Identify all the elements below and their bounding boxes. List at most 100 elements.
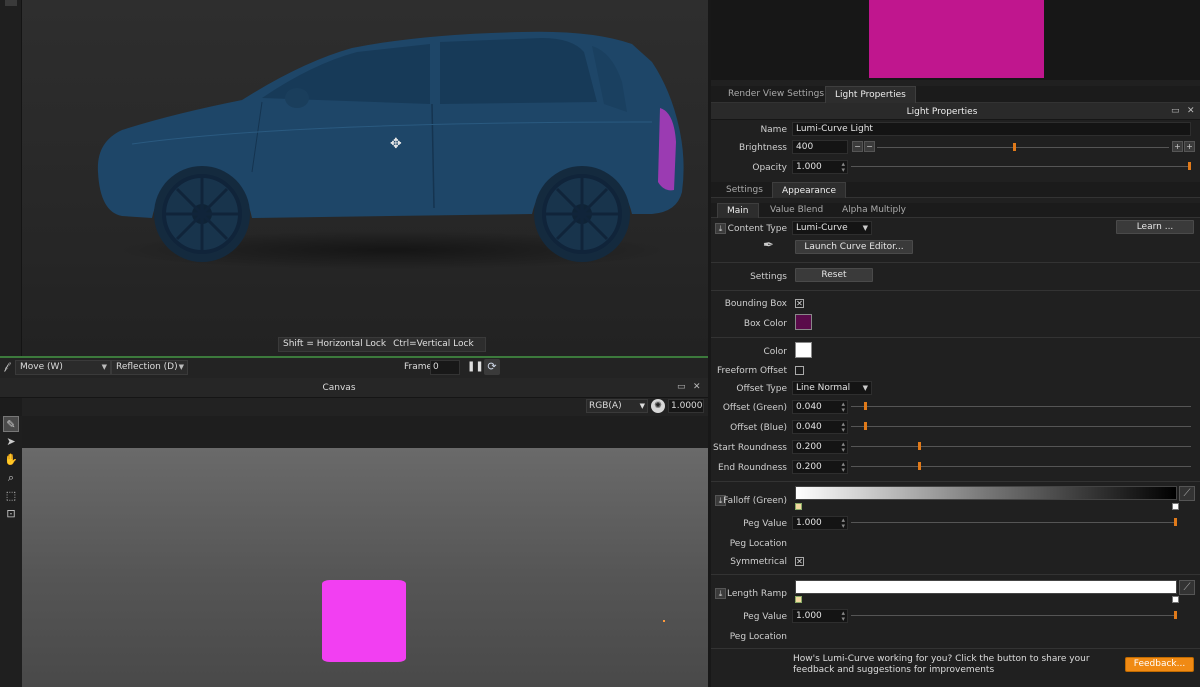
length-ramp-gradient[interactable] — [795, 580, 1177, 594]
length-peg-start[interactable] — [795, 596, 802, 603]
close-icon[interactable]: ✕ — [693, 382, 701, 392]
spinner-icon[interactable]: ▴ ▾ — [841, 441, 845, 454]
brightness-input[interactable]: 400 — [792, 140, 848, 154]
frame-input[interactable]: 0 — [430, 360, 460, 375]
spinner-icon[interactable]: ▴ ▾ — [841, 421, 845, 434]
move-tool-icon[interactable]: 𝒻 — [4, 361, 8, 372]
spinner-icon[interactable]: ▴ ▾ — [841, 517, 845, 530]
light-properties-title: Light Properties — [906, 107, 978, 117]
canvas-titlebar: Canvas ▭ ✕ — [0, 378, 708, 398]
start-roundness-input[interactable]: 0.200 ▴ ▾ — [792, 440, 848, 454]
color-swatch[interactable] — [795, 342, 812, 358]
length-peg-end[interactable] — [1172, 596, 1179, 603]
brightness-slider-handle[interactable] — [1012, 143, 1016, 151]
offset-blue-slider[interactable] — [851, 426, 1191, 427]
start-roundness-slider[interactable] — [851, 446, 1191, 447]
length-peg-slider[interactable] — [851, 615, 1177, 616]
tab-render-view-settings[interactable]: Render View Settings — [719, 86, 833, 103]
tab-alpha-multiply[interactable]: Alpha Multiply — [833, 203, 915, 218]
light-shape[interactable] — [322, 580, 665, 662]
start-roundness-slider-handle[interactable] — [918, 442, 922, 450]
length-peg-slider-handle[interactable] — [1174, 611, 1177, 619]
falloff-gradient[interactable] — [795, 486, 1177, 500]
opacity-input[interactable]: 1.000 ▴ ▾ — [792, 160, 848, 174]
render-left-strip — [0, 0, 22, 356]
tab-light-properties[interactable]: Light Properties — [825, 86, 916, 103]
end-roundness-input[interactable]: 0.200 ▴ ▾ — [792, 460, 848, 474]
float-window-icon[interactable]: ▭ — [1171, 106, 1180, 116]
spinner-icon[interactable]: ▴ ▾ — [841, 461, 845, 474]
close-icon[interactable]: ✕ — [1187, 106, 1195, 116]
falloff-peg-start[interactable] — [795, 503, 802, 510]
tool-select[interactable]: Move (W) ▼ — [15, 360, 111, 375]
spinner-icon[interactable]: ▴ ▾ — [841, 161, 845, 174]
feedback-button[interactable]: Feedback... — [1125, 657, 1194, 672]
name-input[interactable]: Lumi-Curve Light — [792, 122, 1191, 136]
opacity-label: Opacity — [752, 163, 787, 173]
brightness-increase-icon[interactable]: + — [1184, 141, 1195, 152]
spinner-icon[interactable]: ▴ ▾ — [841, 401, 845, 414]
falloff-peg-slider[interactable] — [851, 522, 1177, 523]
length-peg-value-input[interactable]: 1.000 ▴ ▾ — [792, 609, 848, 623]
preview-swatch — [869, 0, 1044, 78]
symmetrical-label: Symmetrical — [730, 557, 787, 567]
falloff-peg-slider-handle[interactable] — [1174, 518, 1177, 526]
offset-green-slider-handle[interactable] — [864, 402, 868, 410]
reflection-select[interactable]: Reflection (D) ▼ — [111, 360, 188, 375]
exposure-icon[interactable]: ✺ — [651, 399, 665, 413]
tab-value-blend[interactable]: Value Blend — [761, 203, 832, 218]
pause-icon[interactable]: ❚❚ — [467, 361, 484, 372]
zoom-region-icon[interactable]: ⊡ — [3, 506, 19, 522]
spinner-icon[interactable]: ▴ ▾ — [841, 610, 845, 623]
select-arrow-icon[interactable]: ➤ — [3, 434, 19, 450]
launch-curve-editor-button[interactable]: Launch Curve Editor... — [795, 240, 913, 254]
render-view[interactable]: ✥ Shift = Horizontal Lock Ctrl=Vertical L… — [0, 0, 708, 356]
curve-icon[interactable]: ⟋ — [1179, 580, 1195, 595]
falloff-peg-end[interactable] — [1172, 503, 1179, 510]
brightness-increase-fine-icon[interactable]: + — [1172, 141, 1183, 152]
opacity-slider-handle[interactable] — [1188, 162, 1191, 170]
sub-tabs: Settings Appearance — [711, 182, 1200, 198]
hand-icon[interactable]: ✋ — [3, 452, 19, 468]
content-type-select[interactable]: Lumi-Curve ▼ — [792, 221, 872, 235]
brightness-decrease-fine-icon[interactable]: − — [864, 141, 875, 152]
offset-green-slider[interactable] — [851, 406, 1191, 407]
offset-blue-input[interactable]: 0.040 ▴ ▾ — [792, 420, 848, 434]
offset-type-select[interactable]: Line Normal ▼ — [792, 381, 872, 395]
freeform-offset-label: Freeform Offset — [717, 366, 787, 376]
channel-select[interactable]: RGB(A) ▼ — [586, 399, 648, 413]
curve-icon[interactable]: ⟋ — [1179, 486, 1195, 501]
brightness-slider[interactable] — [877, 147, 1169, 148]
tab-settings[interactable]: Settings — [717, 182, 772, 198]
tab-appearance[interactable]: Appearance — [772, 182, 847, 198]
falloff-peg-location-label: Peg Location — [729, 539, 787, 549]
loop-icon[interactable]: ⟳ — [484, 359, 500, 375]
brightness-decrease-icon[interactable]: − — [852, 141, 863, 152]
end-roundness-slider-handle[interactable] — [918, 462, 922, 470]
learn-button[interactable]: Learn ... — [1116, 220, 1194, 234]
offset-blue-slider-handle[interactable] — [864, 422, 868, 430]
render-toolbar: 𝒻 Move (W) ▼ Reflection (D) ▼ Frame 0 ❚❚ ⟳ — [0, 356, 708, 378]
vertical-lock-hint: Ctrl=Vertical Lock — [393, 339, 474, 349]
chevron-down-icon: ▼ — [862, 224, 868, 232]
bounding-box-checkbox[interactable]: ✕ — [795, 299, 804, 308]
zoom-icon[interactable]: ⌕ — [3, 470, 19, 486]
opacity-slider[interactable] — [851, 166, 1191, 167]
exposure-input[interactable]: 1.0000 — [668, 399, 704, 413]
strip-handle-icon[interactable] — [5, 0, 17, 6]
canvas-area[interactable] — [22, 448, 708, 687]
box-color-swatch[interactable] — [795, 314, 812, 330]
marquee-icon[interactable]: ⬚ — [3, 488, 19, 504]
canvas-top-strip — [22, 416, 708, 448]
float-window-icon[interactable]: ▭ — [677, 382, 686, 392]
freeform-offset-checkbox[interactable] — [795, 366, 804, 375]
end-roundness-slider[interactable] — [851, 466, 1191, 467]
offset-green-input[interactable]: 0.040 ▴ ▾ — [792, 400, 848, 414]
tab-main[interactable]: Main — [717, 203, 759, 218]
render-viewport[interactable]: ✥ — [22, 0, 708, 356]
brush-icon[interactable]: ✎ — [3, 416, 19, 432]
symmetrical-checkbox[interactable]: ✕ — [795, 557, 804, 566]
falloff-peg-value-input[interactable]: 1.000 ▴ ▾ — [792, 516, 848, 530]
canvas-panel: Canvas ▭ ✕ RGB(A) ▼ ✺ 1.0000 ✎ ➤ ✋ ⌕ ⬚ ⊡ — [0, 378, 708, 687]
reset-button[interactable]: Reset — [795, 268, 873, 282]
